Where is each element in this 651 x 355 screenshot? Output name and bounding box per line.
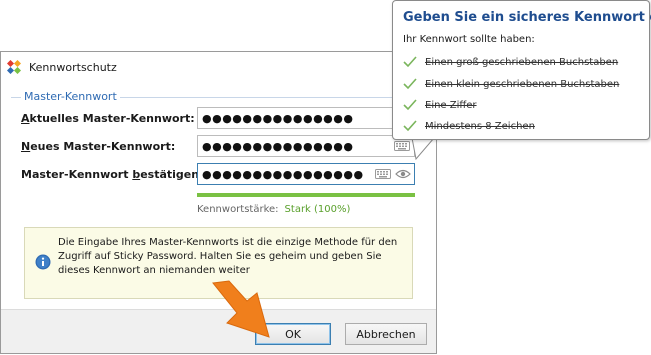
new-password-row: Neues Master-Kennwort: xyxy=(21,135,197,157)
requirement-item: Eine Ziffer xyxy=(403,97,477,113)
check-icon xyxy=(403,99,417,111)
info-icon xyxy=(35,254,51,270)
requirement-text: Einen groß geschriebenen Buchstaben xyxy=(425,56,619,68)
check-icon xyxy=(403,56,417,68)
new-password-label: Neues Master-Kennwort: xyxy=(21,139,176,153)
current-password-value: ●●●●●●●●●●●●●●● xyxy=(202,111,354,125)
sticky-password-logo-icon xyxy=(7,60,21,74)
window-title: Kennwortschutz xyxy=(29,60,117,74)
password-requirements-tooltip: Geben Sie ein sicheres Kennwort ein Ihr … xyxy=(392,0,651,140)
tooltip-title: Geben Sie ein sicheres Kennwort ein xyxy=(403,10,651,25)
show-password-eye-icon[interactable] xyxy=(395,168,411,180)
password-strength: Kennwortstärke: Stark (100%) xyxy=(197,204,350,215)
requirement-text: Eine Ziffer xyxy=(425,99,477,111)
info-text: Die Eingabe Ihres Master-Kennworts ist d… xyxy=(58,237,398,276)
password-strength-value: Stark (100%) xyxy=(284,204,351,215)
cancel-button[interactable]: Abbrechen xyxy=(345,323,427,345)
check-icon xyxy=(403,78,417,90)
current-password-row: Aktuelles Master-Kennwort: xyxy=(21,107,197,129)
requirement-text: Einen klein geschriebenen Buchstaben xyxy=(425,78,620,90)
password-strength-label: Kennwortstärke: xyxy=(197,204,279,215)
titlebar: Kennwortschutz xyxy=(1,52,436,82)
check-icon xyxy=(403,120,417,132)
current-password-label: Aktuelles Master-Kennwort: xyxy=(21,111,195,125)
new-password-value: ●●●●●●●●●●●●●●● xyxy=(202,139,354,153)
confirm-password-row: Master-Kennwort bestätigen: xyxy=(21,163,204,185)
requirement-item: Einen klein geschriebenen Buchstaben xyxy=(403,76,619,92)
pointer-arrow-icon xyxy=(212,280,270,338)
confirm-password-label: Master-Kennwort bestätigen: xyxy=(21,167,204,181)
new-password-field[interactable]: ●●●●●●●●●●●●●●● xyxy=(197,135,415,157)
confirm-password-value: ●●●●●●●●●●●●●●●● xyxy=(202,167,364,181)
requirement-item: Mindestens 8 Zeichen xyxy=(403,118,535,134)
tooltip-tail xyxy=(411,138,435,160)
requirement-text: Mindestens 8 Zeichen xyxy=(425,120,535,132)
confirm-password-field[interactable]: ●●●●●●●●●●●●●●●● xyxy=(197,163,415,185)
tooltip-subtitle: Ihr Kennwort sollte haben: xyxy=(403,34,535,45)
keyboard-icon[interactable] xyxy=(375,168,391,180)
requirement-item: Einen groß geschriebenen Buchstaben xyxy=(403,54,618,70)
password-strength-bar xyxy=(197,193,415,197)
current-password-field[interactable]: ●●●●●●●●●●●●●●● xyxy=(197,107,415,129)
keyboard-icon[interactable] xyxy=(394,140,410,152)
group-legend: Master-Kennwort xyxy=(21,90,120,103)
